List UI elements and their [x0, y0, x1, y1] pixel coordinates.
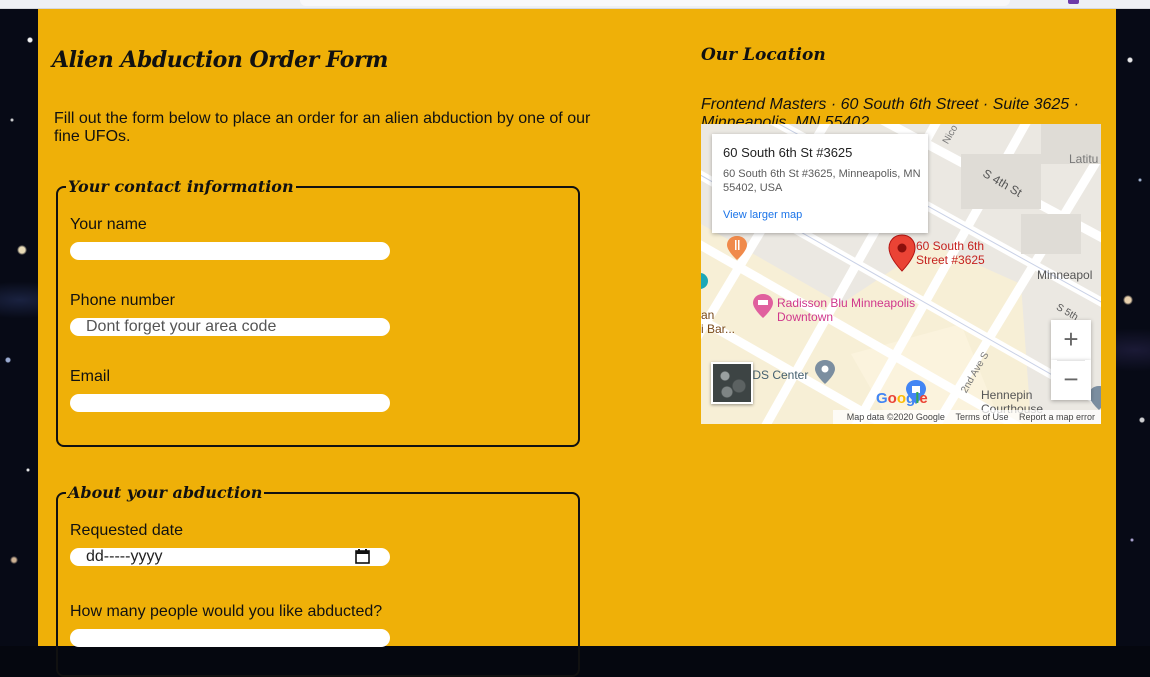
location-section: Our Location Frontend Masters · 60 South…: [701, 45, 1101, 424]
date-input[interactable]: dd-----yyyy: [70, 548, 390, 566]
latitude-label: Latitu: [1069, 152, 1099, 166]
map-info-card: 60 South 6th St #3625 60 South 6th St #3…: [712, 134, 928, 233]
minneapolis-label: Minneapol: [1037, 268, 1093, 282]
email-label: Email: [70, 368, 111, 385]
date-label: Requested date: [70, 522, 183, 539]
restaurant-icon[interactable]: [727, 236, 747, 260]
phone-input[interactable]: Dont forget your area code: [70, 318, 390, 336]
map-footer: Map data ©2020 Google Terms of Use Repor…: [832, 410, 1101, 424]
map-card-address: 60 South 6th St #3625, Minneapolis, MN 5…: [723, 168, 921, 194]
landmark-icon[interactable]: [815, 360, 835, 384]
report-map-error-link[interactable]: Report a map error: [1019, 412, 1095, 422]
google-logo: Google: [876, 390, 928, 407]
zoom-out-button[interactable]: −: [1051, 360, 1091, 400]
hotel-icon[interactable]: [753, 294, 773, 318]
map-label-bar: i Bar...: [701, 322, 736, 336]
name-input[interactable]: [70, 242, 390, 260]
phone-label: Phone number: [70, 292, 175, 309]
abduction-legend: About your abduction: [68, 483, 263, 502]
abductee-count-label: How many people would you like abducted?: [70, 603, 383, 620]
browser-tab-edge: [300, 0, 1010, 6]
date-input-value: dd-----yyyy: [86, 548, 163, 565]
map-data-credit: Map data ©2020 Google: [846, 412, 945, 422]
extension-icon[interactable]: [1068, 0, 1079, 4]
page-content: Alien Abduction Order Form Fill out the …: [38, 9, 1116, 677]
form-intro: Fill out the form below to place an orde…: [54, 110, 591, 145]
location-title: Our Location: [701, 45, 826, 65]
ids-center-label: IDS Center: [749, 368, 809, 382]
map-card-title: 60 South 6th St #3625: [723, 145, 853, 160]
abduction-fieldset: About your abduction Requested date dd--…: [56, 483, 580, 677]
transit-icon[interactable]: [701, 272, 709, 294]
view-larger-map-link[interactable]: View larger map: [723, 209, 802, 221]
zoom-in-button[interactable]: +: [1051, 320, 1091, 360]
terms-of-use-link[interactable]: Terms of Use: [955, 412, 1008, 422]
pin-label: 60 South 6th Street #3625: [916, 239, 985, 267]
calendar-icon[interactable]: [355, 549, 370, 564]
map-label-an: an: [701, 308, 715, 322]
radisson-label: Radisson Blu Minneapolis Downtown: [777, 296, 916, 324]
page-title: Alien Abduction Order Form: [52, 47, 388, 73]
zoom-divider: [1057, 360, 1085, 361]
email-input[interactable]: [70, 394, 390, 412]
name-label: Your name: [70, 216, 147, 233]
abductee-count-input[interactable]: [70, 629, 390, 647]
browser-top-strip: [0, 0, 1150, 9]
contact-info-legend: Your contact information: [68, 177, 294, 196]
location-pin-icon[interactable]: [888, 234, 916, 272]
embedded-map[interactable]: 60 South 6th Street #3625 Radisson Blu M…: [701, 124, 1101, 424]
satellite-toggle[interactable]: [711, 362, 753, 404]
contact-info-fieldset: Your contact information Your name Phone…: [56, 177, 580, 447]
